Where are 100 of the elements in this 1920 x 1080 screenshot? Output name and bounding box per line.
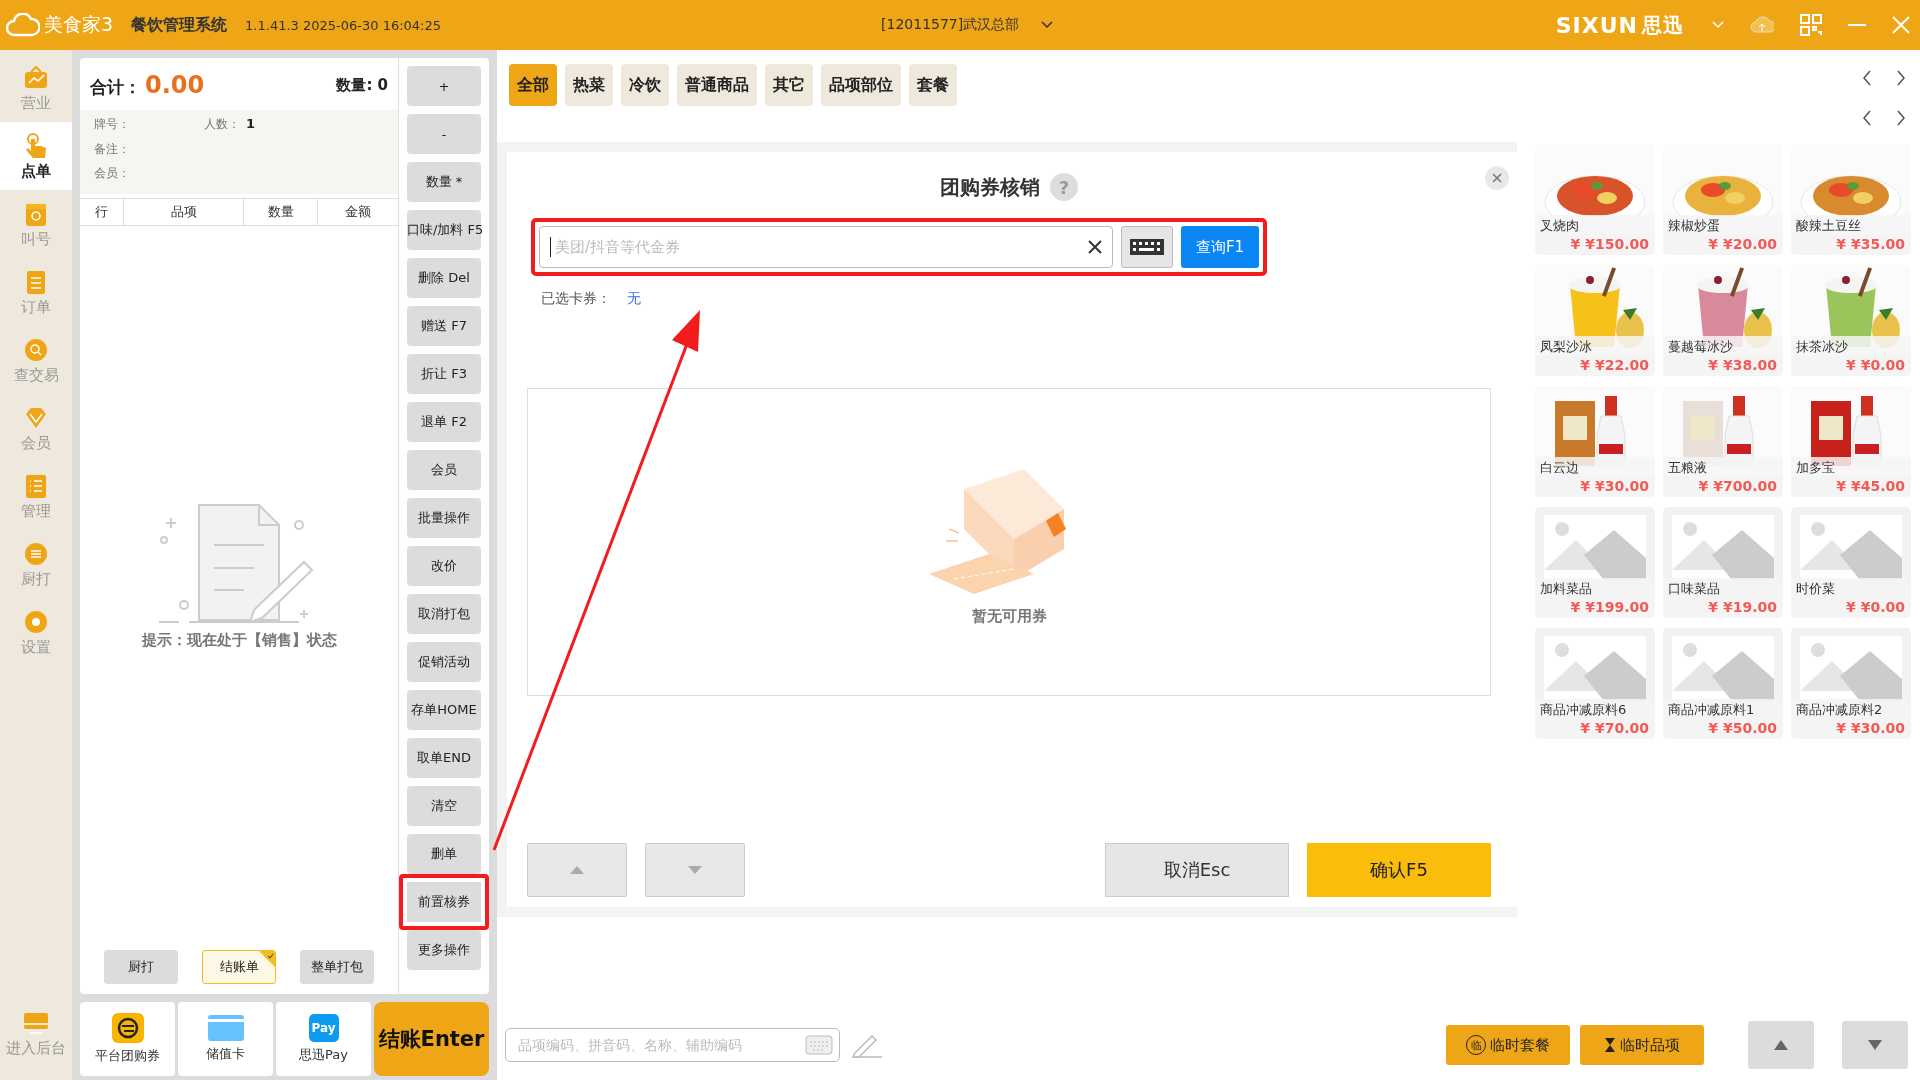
handwriting-icon[interactable] (850, 1032, 884, 1058)
action-button[interactable]: 赠送 F7 (407, 306, 481, 346)
product-card[interactable]: 商品冲减原料1 ¥ ¥50.00 (1663, 628, 1783, 739)
product-price: ¥ ¥0.00 (1846, 357, 1905, 373)
action-button[interactable]: 数量 * (407, 162, 481, 202)
product-name: 商品冲减原料2 (1796, 701, 1883, 719)
product-card[interactable]: 加料菜品 ¥ ¥199.00 (1535, 507, 1655, 618)
temp-item-button[interactable]: 临时品项 (1580, 1025, 1704, 1065)
total-amount: 0.00 (145, 71, 205, 99)
action-button[interactable]: - (407, 114, 481, 154)
category-tab[interactable]: 热菜 (565, 64, 613, 106)
keyboard-button[interactable] (1121, 226, 1173, 268)
product-price: ¥ ¥700.00 (1698, 478, 1777, 494)
category-tab[interactable]: 其它 (765, 64, 813, 106)
checkout-button[interactable]: 结账Enter (374, 1002, 489, 1076)
check-corner-icon (259, 951, 275, 967)
action-button[interactable]: 删除 Del (407, 258, 481, 298)
close-icon[interactable] (1892, 16, 1910, 34)
version-text: 1.1.41.3 2025-06-30 16:04:25 (245, 17, 442, 33)
confirm-button[interactable]: 确认F5 (1307, 843, 1491, 897)
remark-label: 备注： (94, 140, 131, 158)
print-option[interactable]: 整单打包 (300, 950, 374, 984)
category-tab[interactable]: 全部 (509, 64, 557, 106)
product-name: 口味菜品 (1668, 580, 1720, 598)
total-label: 合计： (90, 77, 141, 97)
scroll-down-button[interactable] (1842, 1021, 1908, 1069)
app-name: 美食家3 (44, 12, 114, 37)
product-price: ¥ ¥45.00 (1836, 478, 1905, 494)
nav-item[interactable]: 点单 (0, 122, 72, 190)
action-button[interactable]: 折让 F3 (407, 354, 481, 394)
payment-button[interactable]: 平台团购券 (80, 1002, 175, 1076)
product-price: ¥ ¥35.00 (1836, 236, 1905, 252)
product-name: 五粮液 (1668, 459, 1707, 477)
chevron-right-icon[interactable] (1896, 110, 1906, 126)
qr-code-icon[interactable] (1800, 14, 1822, 36)
product-card[interactable]: 口味菜品 ¥ ¥19.00 (1663, 507, 1783, 618)
image-placeholder-icon (1672, 636, 1774, 701)
product-price: ¥ ¥30.00 (1580, 478, 1649, 494)
system-title: 餐饮管理系统 (131, 14, 228, 36)
scroll-up-button[interactable] (1748, 1021, 1814, 1069)
voucher-field[interactable]: 美团/抖音等代金券 (539, 226, 1113, 268)
print-option[interactable]: 厨打 (104, 950, 178, 984)
action-button[interactable]: 取消打包 (407, 594, 481, 634)
category-tab[interactable]: 套餐 (909, 64, 957, 106)
close-button[interactable] (1485, 166, 1509, 190)
product-price: ¥ ¥38.00 (1708, 357, 1777, 373)
product-card[interactable]: 商品冲减原料6 ¥ ¥70.00 (1535, 628, 1655, 739)
query-button[interactable]: 查询F1 (1181, 226, 1259, 268)
keyboard-icon[interactable] (805, 1035, 833, 1055)
action-button[interactable]: 批量操作 (407, 498, 481, 538)
triangle-down-icon (687, 865, 703, 875)
image-placeholder-icon (1800, 515, 1902, 580)
product-price: ¥ ¥50.00 (1708, 720, 1777, 736)
triangle-up-icon (1773, 1039, 1789, 1051)
chevron-down-icon[interactable] (1041, 21, 1054, 29)
chevron-right-icon[interactable] (1896, 70, 1906, 86)
chevron-left-icon[interactable] (1862, 110, 1872, 126)
product-price: ¥ ¥70.00 (1580, 720, 1649, 736)
action-button[interactable]: + (407, 66, 481, 106)
product-price: ¥ ¥199.00 (1570, 599, 1649, 615)
action-button[interactable]: 存单HOME (407, 690, 481, 730)
close-icon (1492, 173, 1502, 183)
product-name: 抹茶冰沙 (1796, 338, 1848, 356)
action-button[interactable]: 删单 (407, 834, 481, 874)
temp-set-button[interactable]: 临 临时套餐 (1446, 1025, 1570, 1065)
product-name: 叉烧肉 (1540, 217, 1579, 235)
product-name: 商品冲减原料6 (1540, 701, 1627, 719)
product-name: 加料菜品 (1540, 580, 1592, 598)
quantity-value: 0 (377, 76, 388, 94)
category-tab[interactable]: 冷饮 (621, 64, 669, 106)
action-button[interactable]: 更多操作 (407, 930, 481, 970)
cloud-upload-icon[interactable] (1750, 16, 1774, 34)
brand-name: 思迅 (1642, 11, 1684, 39)
action-button[interactable]: 口味/加料 F5 (407, 210, 481, 250)
product-price: ¥ ¥30.00 (1836, 720, 1905, 736)
category-tab[interactable]: 品项部位 (821, 64, 901, 106)
chevron-left-icon[interactable] (1862, 70, 1872, 86)
payment-button[interactable]: 储值卡 (178, 1002, 273, 1076)
clear-icon[interactable] (1088, 240, 1102, 254)
card-icon (207, 1015, 244, 1041)
product-price: ¥ ¥150.00 (1570, 236, 1649, 252)
action-button[interactable]: 促销活动 (407, 642, 481, 682)
product-name: 商品冲减原料1 (1668, 701, 1755, 719)
action-button[interactable]: 改价 (407, 546, 481, 586)
print-option[interactable]: 结账单 (202, 950, 276, 984)
action-button[interactable]: 退单 F2 (407, 402, 481, 442)
action-button[interactable]: 取单END (407, 738, 481, 778)
product-card[interactable]: 商品冲减原料2 ¥ ¥30.00 (1791, 628, 1911, 739)
payment-button[interactable]: Pay 思迅Pay (276, 1002, 371, 1076)
action-button[interactable]: 前置核券 (399, 874, 489, 930)
product-card[interactable]: 时价菜 ¥ ¥0.00 (1791, 507, 1911, 618)
empty-message: 暂无可用券 (971, 606, 1047, 626)
minimize-icon[interactable] (1848, 23, 1866, 27)
action-button[interactable]: 清空 (407, 786, 481, 826)
product-name: 时价菜 (1796, 580, 1835, 598)
cancel-button[interactable]: 取消Esc (1105, 843, 1289, 897)
store-name[interactable]: [12011577]武汉总部 (881, 16, 1020, 34)
action-button[interactable]: 会员 (407, 450, 481, 490)
category-tab[interactable]: 普通商品 (677, 64, 757, 106)
item-search-field[interactable]: 品项编码、拼音码、名称、辅助编码 (505, 1028, 840, 1062)
